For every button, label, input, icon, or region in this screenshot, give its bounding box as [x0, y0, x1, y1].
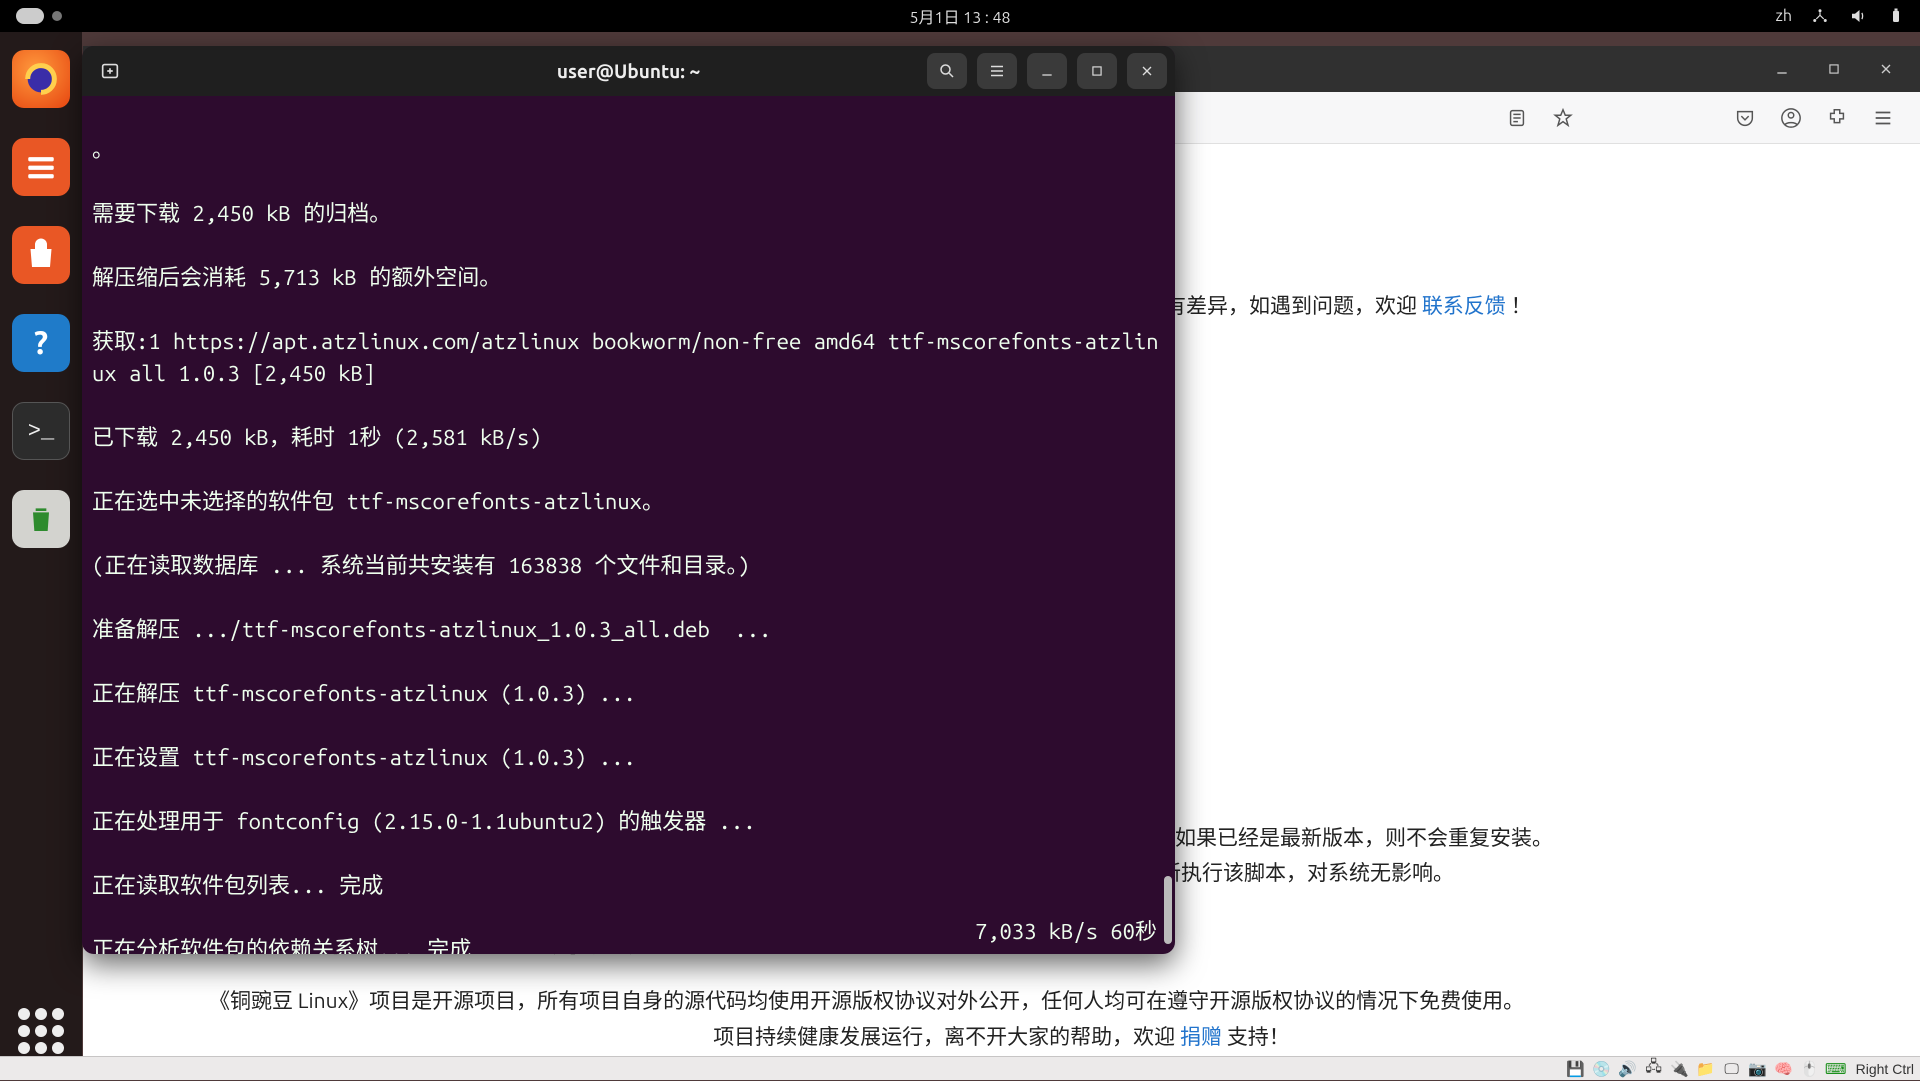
account-icon[interactable] — [1776, 103, 1806, 133]
dock-help[interactable]: ? — [12, 314, 70, 372]
vb-cpu-icon[interactable]: 🧠 — [1774, 1059, 1794, 1079]
ubuntu-dock: ? >_ — [0, 32, 82, 1080]
terminal-close-button[interactable] — [1127, 53, 1167, 89]
extensions-icon[interactable] — [1822, 103, 1852, 133]
volume-icon[interactable] — [1848, 6, 1868, 26]
page-text: 本；如果已经是最新版本，则不会重复安装。 — [1133, 820, 1880, 856]
vb-host-key-label: Right Ctrl — [1856, 1061, 1914, 1077]
page-text: 支持！ — [1227, 1024, 1290, 1048]
contact-feedback-link[interactable]: 联系反馈 — [1422, 293, 1506, 317]
gnome-terminal-window: user@Ubuntu: ~ 。 需要下载 2,450 kB 的归档。 解压缩后… — [82, 46, 1175, 954]
gnome-top-bar: 5月1日 13 : 48 zh — [0, 0, 1920, 32]
system-tray[interactable]: zh — [1776, 6, 1907, 26]
term-line: 准备解压 .../ttf-mscorefonts-atzlinux_1.0.3_… — [92, 617, 771, 642]
page-text: 重新执行该脚本，对系统无影响。 — [1139, 855, 1880, 891]
power-icon[interactable] — [1886, 6, 1906, 26]
window-minimize-button[interactable] — [1762, 52, 1802, 86]
bookmark-star-icon[interactable] — [1548, 103, 1578, 133]
term-line: 正在设置 ttf-mscorefonts-atzlinux (1.0.3) ..… — [92, 745, 636, 770]
donate-link[interactable]: 捐赠 — [1180, 1024, 1222, 1048]
clock[interactable]: 5月1日 13 : 48 — [909, 4, 1010, 28]
vb-network-icon[interactable]: 🖧 — [1644, 1059, 1664, 1079]
vb-mouse-icon[interactable]: 🖱️ — [1800, 1059, 1820, 1079]
terminal-new-tab-button[interactable] — [90, 53, 130, 89]
terminal-hamburger-button[interactable] — [977, 53, 1017, 89]
term-line: 已下载 2,450 kB，耗时 1秒 (2,581 kB/s) — [92, 425, 542, 450]
page-text: 项目持续健康发展运行，离不开大家的帮助，欢迎 — [713, 1024, 1180, 1048]
dock-files[interactable] — [12, 138, 70, 196]
vb-hdd-icon[interactable]: 💾 — [1566, 1059, 1586, 1079]
show-applications[interactable] — [18, 1008, 64, 1054]
term-line: (正在读取数据库 ... 系统当前共安装有 163838 个文件和目录。) — [92, 553, 750, 578]
term-line: 正在读取软件包列表... 完成 — [92, 873, 383, 898]
terminal-search-button[interactable] — [927, 53, 967, 89]
terminal-minimize-button[interactable] — [1027, 53, 1067, 89]
term-line: 解压缩后会消耗 5,713 kB 的额外空间。 — [92, 265, 501, 290]
vb-usb-icon[interactable]: 🔌 — [1670, 1059, 1690, 1079]
vb-keyboard-icon[interactable]: ⌨ — [1826, 1059, 1846, 1079]
reader-mode-icon[interactable] — [1502, 103, 1532, 133]
terminal-title: user@Ubuntu: ~ — [557, 60, 700, 82]
window-maximize-button[interactable] — [1814, 52, 1854, 86]
term-download-rate: 7,033 kB/s 60秒 — [975, 916, 1157, 948]
term-line: 正在处理用于 fontconfig (2.15.0-1.1ubuntu2) 的触… — [92, 809, 756, 834]
terminal-maximize-button[interactable] — [1077, 53, 1117, 89]
terminal-scrollbar[interactable] — [1163, 96, 1173, 954]
window-close-button[interactable] — [1866, 52, 1906, 86]
virtualbox-status-bar: 💾 💿 🔊 🖧 🔌 📁 🖵 📷 🧠 🖱️ ⌨ Right Ctrl — [0, 1056, 1920, 1080]
network-icon[interactable] — [1810, 6, 1830, 26]
vb-optical-icon[interactable]: 💿 — [1592, 1059, 1612, 1079]
term-line: 正在解压 ttf-mscorefonts-atzlinux (1.0.3) ..… — [92, 681, 636, 706]
activities-button[interactable] — [16, 8, 62, 24]
dock-trash[interactable] — [12, 490, 70, 548]
term-line: 正在分析软件包的依赖关系树... 完成 — [92, 937, 471, 954]
vb-recording-icon[interactable]: 📷 — [1748, 1059, 1768, 1079]
dock-terminal[interactable]: >_ — [12, 402, 70, 460]
term-line: 获取:1 https://apt.atzlinux.com/atzlinux b… — [92, 329, 1159, 386]
pocket-icon[interactable] — [1730, 103, 1760, 133]
terminal-titlebar: user@Ubuntu: ~ — [82, 46, 1175, 96]
ime-indicator[interactable]: zh — [1776, 7, 1793, 25]
page-text: ！ — [1511, 293, 1532, 317]
dock-firefox[interactable] — [12, 50, 70, 108]
term-line: 正在选中未选择的软件包 ttf-mscorefonts-atzlinux。 — [92, 489, 664, 514]
page-text: 《铜豌豆 Linux》项目是开源项目，所有项目自身的源代码均使用开源版权协议对外… — [209, 983, 1880, 1019]
scrollbar-thumb[interactable] — [1164, 876, 1172, 944]
vb-display-icon[interactable]: 🖵 — [1722, 1059, 1742, 1079]
term-line: 需要下载 2,450 kB 的归档。 — [92, 201, 391, 226]
terminal-content[interactable]: 。 需要下载 2,450 kB 的归档。 解压缩后会消耗 5,713 kB 的额… — [82, 96, 1175, 954]
dock-software[interactable] — [12, 226, 70, 284]
vb-shared-folders-icon[interactable]: 📁 — [1696, 1059, 1716, 1079]
term-line: 。 — [92, 137, 114, 162]
vb-audio-icon[interactable]: 🔊 — [1618, 1059, 1638, 1079]
hamburger-menu-icon[interactable] — [1868, 103, 1898, 133]
